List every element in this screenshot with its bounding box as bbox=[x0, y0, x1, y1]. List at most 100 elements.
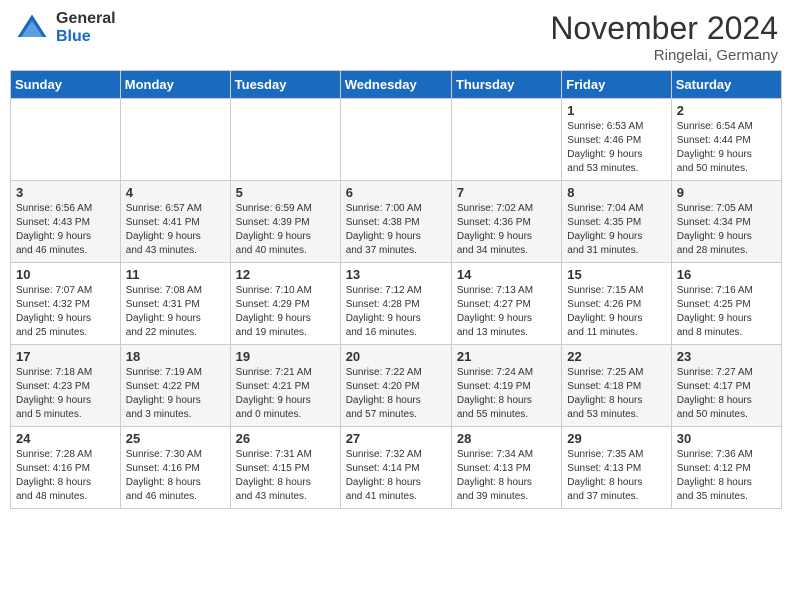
calendar-cell: 24 Sunrise: 7:28 AM Sunset: 4:16 PM Dayli… bbox=[11, 427, 121, 509]
day-number: 21 bbox=[457, 349, 556, 364]
title-block: November 2024 Ringelai, Germany bbox=[550, 10, 778, 64]
day-number: 14 bbox=[457, 267, 556, 282]
day-info: Sunrise: 6:56 AM Sunset: 4:43 PM Dayligh… bbox=[16, 202, 115, 258]
day-number: 23 bbox=[677, 349, 776, 364]
day-info: Sunrise: 6:54 AM Sunset: 4:44 PM Dayligh… bbox=[677, 120, 776, 176]
day-number: 7 bbox=[457, 185, 556, 200]
calendar-cell: 13 Sunrise: 7:12 AM Sunset: 4:28 PM Dayli… bbox=[340, 263, 451, 345]
day-header-monday: Monday bbox=[120, 71, 230, 99]
calendar-cell: 6 Sunrise: 7:00 AM Sunset: 4:38 PM Daylig… bbox=[340, 181, 451, 263]
day-number: 4 bbox=[126, 185, 225, 200]
day-number: 1 bbox=[567, 103, 665, 118]
calendar-cell: 28 Sunrise: 7:34 AM Sunset: 4:13 PM Dayli… bbox=[451, 427, 561, 509]
day-number: 8 bbox=[567, 185, 665, 200]
calendar-cell: 18Sunrise: 7:19 AM Sunset: 4:22 PM Dayli… bbox=[120, 345, 230, 427]
calendar-title: November 2024 bbox=[550, 10, 778, 47]
day-number: 3 bbox=[16, 185, 115, 200]
day-info: Sunrise: 6:59 AM Sunset: 4:39 PM Dayligh… bbox=[236, 202, 335, 258]
page-header: General Blue November 2024 Ringelai, Ger… bbox=[10, 10, 782, 64]
day-header-sunday: Sunday bbox=[11, 71, 121, 99]
day-number: 15 bbox=[567, 267, 665, 282]
calendar-cell: 21 Sunrise: 7:24 AM Sunset: 4:19 PM Dayli… bbox=[451, 345, 561, 427]
calendar-cell bbox=[11, 99, 121, 181]
day-info: Sunrise: 7:19 AM Sunset: 4:22 PM Dayligh… bbox=[126, 366, 225, 422]
day-info: Sunrise: 7:35 AM Sunset: 4:13 PM Dayligh… bbox=[567, 448, 665, 504]
day-info: Sunrise: 7:02 AM Sunset: 4:36 PM Dayligh… bbox=[457, 202, 556, 258]
day-number: 2 bbox=[677, 103, 776, 118]
calendar-table: SundayMondayTuesdayWednesdayThursdayFrid… bbox=[10, 70, 782, 509]
calendar-cell: 19Sunrise: 7:21 AM Sunset: 4:21 PM Dayli… bbox=[230, 345, 340, 427]
calendar-cell: 20Sunrise: 7:22 AM Sunset: 4:20 PM Dayli… bbox=[340, 345, 451, 427]
calendar-cell bbox=[230, 99, 340, 181]
day-info: Sunrise: 7:00 AM Sunset: 4:38 PM Dayligh… bbox=[346, 202, 446, 258]
day-info: Sunrise: 6:57 AM Sunset: 4:41 PM Dayligh… bbox=[126, 202, 225, 258]
day-info: Sunrise: 7:15 AM Sunset: 4:26 PM Dayligh… bbox=[567, 284, 665, 340]
day-number: 16 bbox=[677, 267, 776, 282]
day-info: Sunrise: 7:24 AM Sunset: 4:19 PM Dayligh… bbox=[457, 366, 556, 422]
calendar-cell: 27 Sunrise: 7:32 AM Sunset: 4:14 PM Dayli… bbox=[340, 427, 451, 509]
day-info: Sunrise: 7:28 AM Sunset: 4:16 PM Dayligh… bbox=[16, 448, 115, 504]
day-info: Sunrise: 7:13 AM Sunset: 4:27 PM Dayligh… bbox=[457, 284, 556, 340]
day-number: 28 bbox=[457, 431, 556, 446]
calendar-cell: 9 Sunrise: 7:05 AM Sunset: 4:34 PM Daylig… bbox=[671, 181, 781, 263]
day-number: 11 bbox=[126, 267, 225, 282]
logo-icon bbox=[14, 10, 50, 46]
day-number: 22 bbox=[567, 349, 665, 364]
calendar-cell: 1 Sunrise: 6:53 AM Sunset: 4:46 PM Daylig… bbox=[562, 99, 671, 181]
day-info: Sunrise: 7:05 AM Sunset: 4:34 PM Dayligh… bbox=[677, 202, 776, 258]
calendar-subtitle: Ringelai, Germany bbox=[550, 47, 778, 64]
day-number: 19 bbox=[236, 349, 335, 364]
day-info: Sunrise: 7:12 AM Sunset: 4:28 PM Dayligh… bbox=[346, 284, 446, 340]
logo-general-text: General bbox=[56, 10, 116, 28]
day-info: Sunrise: 7:32 AM Sunset: 4:14 PM Dayligh… bbox=[346, 448, 446, 504]
calendar-cell: 26 Sunrise: 7:31 AM Sunset: 4:15 PM Dayli… bbox=[230, 427, 340, 509]
calendar-cell: 25Sunrise: 7:30 AM Sunset: 4:16 PM Dayli… bbox=[120, 427, 230, 509]
day-number: 9 bbox=[677, 185, 776, 200]
calendar-cell: 17Sunrise: 7:18 AM Sunset: 4:23 PM Dayli… bbox=[11, 345, 121, 427]
day-info: Sunrise: 6:53 AM Sunset: 4:46 PM Dayligh… bbox=[567, 120, 665, 176]
calendar-cell: 2 Sunrise: 6:54 AM Sunset: 4:44 PM Daylig… bbox=[671, 99, 781, 181]
calendar-week-row: 1 Sunrise: 6:53 AM Sunset: 4:46 PM Daylig… bbox=[11, 99, 782, 181]
calendar-week-row: 17Sunrise: 7:18 AM Sunset: 4:23 PM Dayli… bbox=[11, 345, 782, 427]
day-info: Sunrise: 7:31 AM Sunset: 4:15 PM Dayligh… bbox=[236, 448, 335, 504]
day-info: Sunrise: 7:10 AM Sunset: 4:29 PM Dayligh… bbox=[236, 284, 335, 340]
day-header-thursday: Thursday bbox=[451, 71, 561, 99]
calendar-cell: 15 Sunrise: 7:15 AM Sunset: 4:26 PM Dayli… bbox=[562, 263, 671, 345]
calendar-header-row: SundayMondayTuesdayWednesdayThursdayFrid… bbox=[11, 71, 782, 99]
day-header-saturday: Saturday bbox=[671, 71, 781, 99]
day-number: 10 bbox=[16, 267, 115, 282]
calendar-cell: 7 Sunrise: 7:02 AM Sunset: 4:36 PM Daylig… bbox=[451, 181, 561, 263]
day-number: 6 bbox=[346, 185, 446, 200]
day-number: 29 bbox=[567, 431, 665, 446]
calendar-week-row: 24 Sunrise: 7:28 AM Sunset: 4:16 PM Dayli… bbox=[11, 427, 782, 509]
day-number: 5 bbox=[236, 185, 335, 200]
day-number: 27 bbox=[346, 431, 446, 446]
calendar-cell: 22 Sunrise: 7:25 AM Sunset: 4:18 PM Dayli… bbox=[562, 345, 671, 427]
day-info: Sunrise: 7:08 AM Sunset: 4:31 PM Dayligh… bbox=[126, 284, 225, 340]
day-number: 30 bbox=[677, 431, 776, 446]
day-number: 24 bbox=[16, 431, 115, 446]
calendar-cell: 12 Sunrise: 7:10 AM Sunset: 4:29 PM Dayli… bbox=[230, 263, 340, 345]
calendar-cell: 30 Sunrise: 7:36 AM Sunset: 4:12 PM Dayli… bbox=[671, 427, 781, 509]
day-header-wednesday: Wednesday bbox=[340, 71, 451, 99]
calendar-cell: 11 Sunrise: 7:08 AM Sunset: 4:31 PM Dayli… bbox=[120, 263, 230, 345]
day-number: 12 bbox=[236, 267, 335, 282]
day-info: Sunrise: 7:36 AM Sunset: 4:12 PM Dayligh… bbox=[677, 448, 776, 504]
day-info: Sunrise: 7:34 AM Sunset: 4:13 PM Dayligh… bbox=[457, 448, 556, 504]
day-info: Sunrise: 7:25 AM Sunset: 4:18 PM Dayligh… bbox=[567, 366, 665, 422]
day-number: 26 bbox=[236, 431, 335, 446]
calendar-cell: 8Sunrise: 7:04 AM Sunset: 4:35 PM Daylig… bbox=[562, 181, 671, 263]
day-number: 17 bbox=[16, 349, 115, 364]
day-info: Sunrise: 7:16 AM Sunset: 4:25 PM Dayligh… bbox=[677, 284, 776, 340]
day-number: 13 bbox=[346, 267, 446, 282]
calendar-cell bbox=[451, 99, 561, 181]
day-info: Sunrise: 7:27 AM Sunset: 4:17 PM Dayligh… bbox=[677, 366, 776, 422]
day-header-friday: Friday bbox=[562, 71, 671, 99]
day-info: Sunrise: 7:07 AM Sunset: 4:32 PM Dayligh… bbox=[16, 284, 115, 340]
calendar-cell bbox=[120, 99, 230, 181]
calendar-body: 1 Sunrise: 6:53 AM Sunset: 4:46 PM Daylig… bbox=[11, 99, 782, 509]
logo-blue-text: Blue bbox=[56, 28, 116, 46]
calendar-cell: 14 Sunrise: 7:13 AM Sunset: 4:27 PM Dayli… bbox=[451, 263, 561, 345]
calendar-cell: 4 Sunrise: 6:57 AM Sunset: 4:41 PM Daylig… bbox=[120, 181, 230, 263]
logo: General Blue bbox=[14, 10, 116, 46]
